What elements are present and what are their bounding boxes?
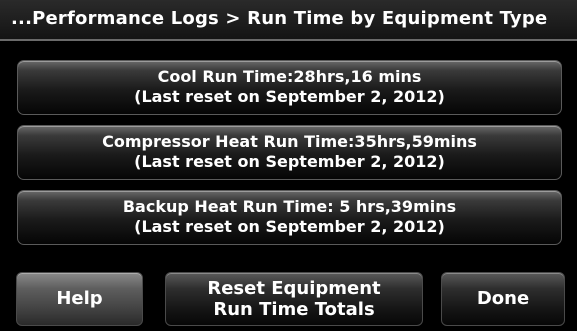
backup-heat-run-time-button[interactable]: Backup Heat Run Time: 5 hrs,39mins (Last… — [17, 190, 562, 245]
cool-reset-note: (Last reset on September 2, 2012) — [134, 87, 445, 106]
compressor-heat-run-time-label: Compressor Heat Run Time:35hrs,59mins — [102, 132, 477, 151]
backup-heat-run-time-label: Backup Heat Run Time: 5 hrs,39mins — [122, 197, 457, 216]
cool-run-time-button[interactable]: Cool Run Time:28hrs,16 mins (Last reset … — [17, 60, 562, 115]
page-title: ...Performance Logs > Run Time by Equipm… — [11, 8, 548, 29]
cool-run-time-label: Cool Run Time:28hrs,16 mins — [157, 67, 422, 86]
help-button-label: Help — [56, 288, 103, 309]
backup-heat-reset-note: (Last reset on September 2, 2012) — [134, 217, 445, 236]
done-button[interactable]: Done — [441, 272, 565, 326]
compressor-heat-run-time-button[interactable]: Compressor Heat Run Time:35hrs,59mins (L… — [17, 125, 562, 180]
reset-run-time-totals-button[interactable]: Reset Equipment Run Time Totals — [165, 272, 423, 326]
reset-button-line2: Run Time Totals — [213, 299, 375, 320]
header-bar: ...Performance Logs > Run Time by Equipm… — [0, 0, 577, 41]
reset-button-line1: Reset Equipment — [207, 278, 381, 299]
done-button-label: Done — [476, 288, 530, 309]
compressor-heat-reset-note: (Last reset on September 2, 2012) — [134, 152, 445, 171]
help-button[interactable]: Help — [16, 272, 143, 326]
thermostat-screen: ...Performance Logs > Run Time by Equipm… — [0, 0, 577, 331]
